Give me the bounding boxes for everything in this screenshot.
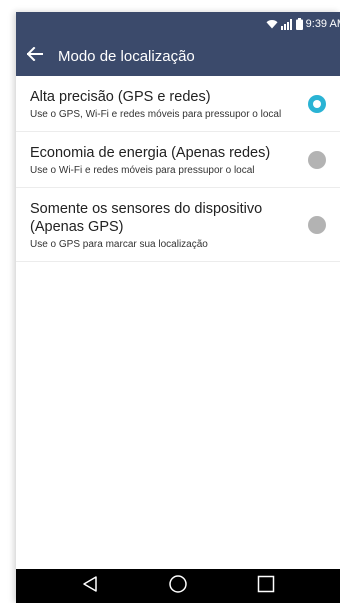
nav-recents-button[interactable] [246, 571, 286, 601]
option-title: Economia de energia (Apenas redes) [30, 145, 271, 161]
battery-icon [295, 18, 303, 30]
nav-home-button[interactable] [158, 571, 198, 601]
phone-screen: 9:39 AM Modo de localização Alta precisã… [16, 12, 340, 603]
option-device-only[interactable]: Somente os sensores do dispositivo (Apen… [16, 188, 340, 262]
location-mode-list: Alta precisão (GPS e redes) Use o GPS, W… [16, 76, 340, 262]
page-title: Modo de localização [58, 47, 195, 65]
status-icons: 9:39 AM [266, 12, 340, 36]
arrow-left-icon [26, 46, 43, 66]
signal-icon [280, 18, 293, 30]
app-bar: Modo de localização [16, 36, 340, 76]
status-time: 9:39 AM [305, 18, 340, 30]
option-title: Alta precisão (GPS e redes) [30, 89, 211, 105]
back-button[interactable] [22, 43, 48, 69]
option-battery-saving[interactable]: Economia de energia (Apenas redes) Use o… [16, 132, 340, 188]
navigation-bar [16, 569, 340, 603]
option-description: Use o GPS para marcar sua localização [30, 239, 208, 250]
option-title: Somente os sensores do dispositivo (Apen… [30, 201, 263, 235]
option-high-accuracy[interactable]: Alta precisão (GPS e redes) Use o GPS, W… [16, 76, 340, 132]
recents-square-icon [257, 575, 275, 598]
radio-unselected[interactable] [308, 150, 326, 169]
back-triangle-icon [81, 575, 99, 598]
nav-back-button[interactable] [70, 571, 110, 601]
option-description: Use o GPS, Wi-Fi e redes móveis para pre… [30, 109, 282, 120]
radio-unselected[interactable] [308, 215, 326, 234]
wifi-icon [266, 19, 278, 29]
home-circle-icon [168, 574, 188, 599]
status-bar: 9:39 AM [16, 12, 340, 36]
radio-selected[interactable] [308, 94, 326, 113]
option-description: Use o Wi-Fi e redes móveis para pressupo… [30, 165, 255, 176]
